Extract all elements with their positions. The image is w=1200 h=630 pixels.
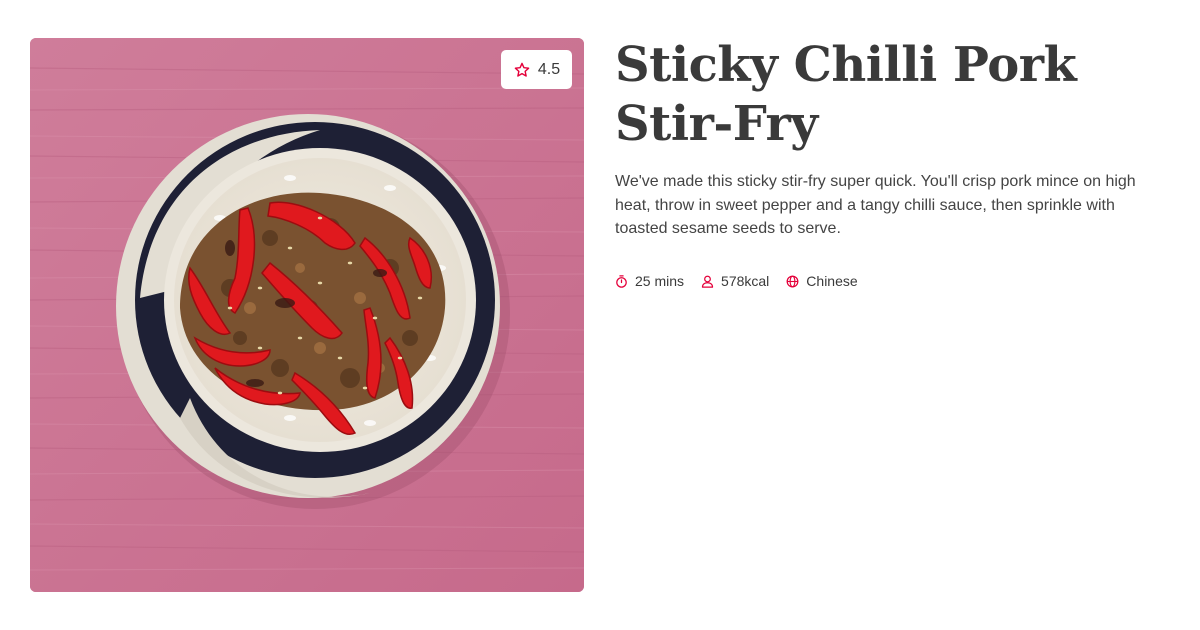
recipe-title: Sticky Chilli Pork Stir-Fry — [615, 37, 1077, 152]
rating-value: 4.5 — [537, 60, 561, 78]
meta-calories: 578kcal — [700, 273, 769, 289]
meta-calories-label: 578kcal — [721, 273, 770, 289]
recipe-description: We've made this sticky stir-fry super qu… — [615, 173, 1136, 237]
recipe-meta: 25 mins 578kcal Chinese — [614, 273, 858, 289]
meta-cuisine-label: Chinese — [806, 273, 858, 289]
rating-badge: 4.5 — [501, 50, 572, 89]
timer-icon — [616, 274, 627, 288]
star-icon — [514, 62, 530, 77]
recipe-photo-illustration — [30, 38, 584, 592]
globe-icon — [786, 275, 799, 287]
recipe-photo — [30, 38, 584, 592]
meta-time-label: 25 mins — [635, 273, 685, 289]
meta-time: 25 mins — [614, 273, 684, 289]
meta-cuisine: Chinese — [785, 273, 858, 289]
person-icon — [701, 275, 714, 288]
